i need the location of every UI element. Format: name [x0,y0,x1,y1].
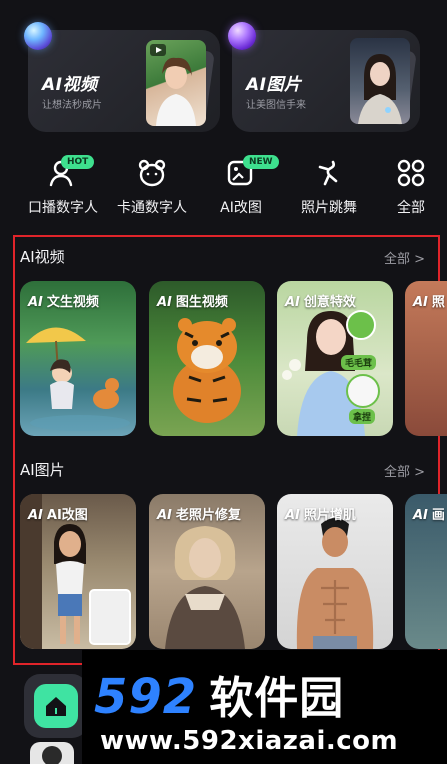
tile-creative-effects[interactable]: 毛毛茸 拿捏 AI 创意特效 [277,281,393,436]
section-title-ai-video: AI视频 [20,248,65,266]
talking-avatar-icon: HOT [47,155,95,189]
bear-icon [136,157,168,189]
tile-image-to-video[interactable]: AI 图生视频 [149,281,265,436]
dance-icon [313,157,345,189]
tile-label: AI 画 [413,508,445,523]
quick-talking-avatar-label: 口播数字人 [28,200,98,216]
quick-talking-avatar[interactable]: HOT 口播数字人 [18,155,108,217]
quick-photo-dance-label: 照片跳舞 [301,200,357,216]
quick-photo-dance[interactable]: 照片跳舞 [284,157,374,217]
watermark-banner: 592 软件园 www.592xiazai.com [82,650,447,764]
quick-ai-edit-image[interactable]: NEW AI改图 [196,155,286,217]
section-all-link-ai-image[interactable]: 全部 > [384,461,425,480]
section-all-link-ai-video[interactable]: 全部 > [384,248,425,267]
effect-sticker: 拿捏 [349,409,376,424]
image-edit-icon: NEW [225,155,279,189]
quick-all-label: 全部 [397,200,425,216]
tile-old-photo-restore[interactable]: AI 老照片修复 [149,494,265,649]
tile-label: AI 图生视频 [157,295,228,310]
watermark-logo: 592 软件园 [94,669,345,725]
ai-image-card-thumbnail [350,38,410,124]
tile-label: AI AI改图 [28,508,88,523]
effect-sticker: 毛毛茸 [341,355,377,370]
home-icon [46,697,66,716]
grid-icon [395,157,427,189]
tile-label: AI 老照片修复 [157,508,241,523]
quick-cartoon-avatar-label: 卡通数字人 [117,200,187,216]
ai-video-card-thumbnail [146,40,206,126]
tile-paint-partial[interactable]: AI 画 [405,494,447,649]
video-orb-icon [24,22,52,50]
tile-photo-muscle[interactable]: AI 照片增肌 [277,494,393,649]
image-orb-icon [228,22,256,50]
ai-image-card-subtitle: 让美图信手来 [246,100,306,111]
tile-label: AI 文生视频 [28,295,99,310]
tile-ai-edit-image[interactable]: AI AI改图 [20,494,136,649]
section-title-ai-image: AI图片 [20,461,65,479]
tile-text-to-video[interactable]: AI 文生视频 [20,281,136,436]
woman-portrait-illustration [358,54,402,124]
ai-video-card-title: AI视频 [42,75,98,95]
ai-image-card-title: AI图片 [246,75,302,95]
ai-video-card-subtitle: 让想法秒成片 [42,100,102,111]
tile-label: AI 照片增肌 [285,508,356,523]
watermark-url: www.592xiazai.com [100,726,399,756]
video-play-icon [150,44,166,56]
tile-label: AI 创意特效 [285,295,356,310]
bottom-shortcut-card[interactable] [24,674,88,738]
ai-video-card[interactable]: AI视频 让想法秒成片 [28,30,220,132]
quick-all[interactable]: 全部 [366,157,447,217]
ai-image-card[interactable]: AI图片 让美图信手来 [232,30,420,132]
avatar-thumbnail[interactable] [30,742,74,764]
new-badge: NEW [243,155,279,169]
quick-ai-edit-image-label: AI改图 [220,200,262,216]
hot-badge: HOT [61,155,95,169]
tile-photo-partial[interactable]: AI 照 [405,281,447,436]
home-shortcut-button[interactable] [34,684,78,728]
quick-cartoon-avatar[interactable]: 卡通数字人 [107,157,197,217]
tile-label: AI 照 [413,295,445,310]
